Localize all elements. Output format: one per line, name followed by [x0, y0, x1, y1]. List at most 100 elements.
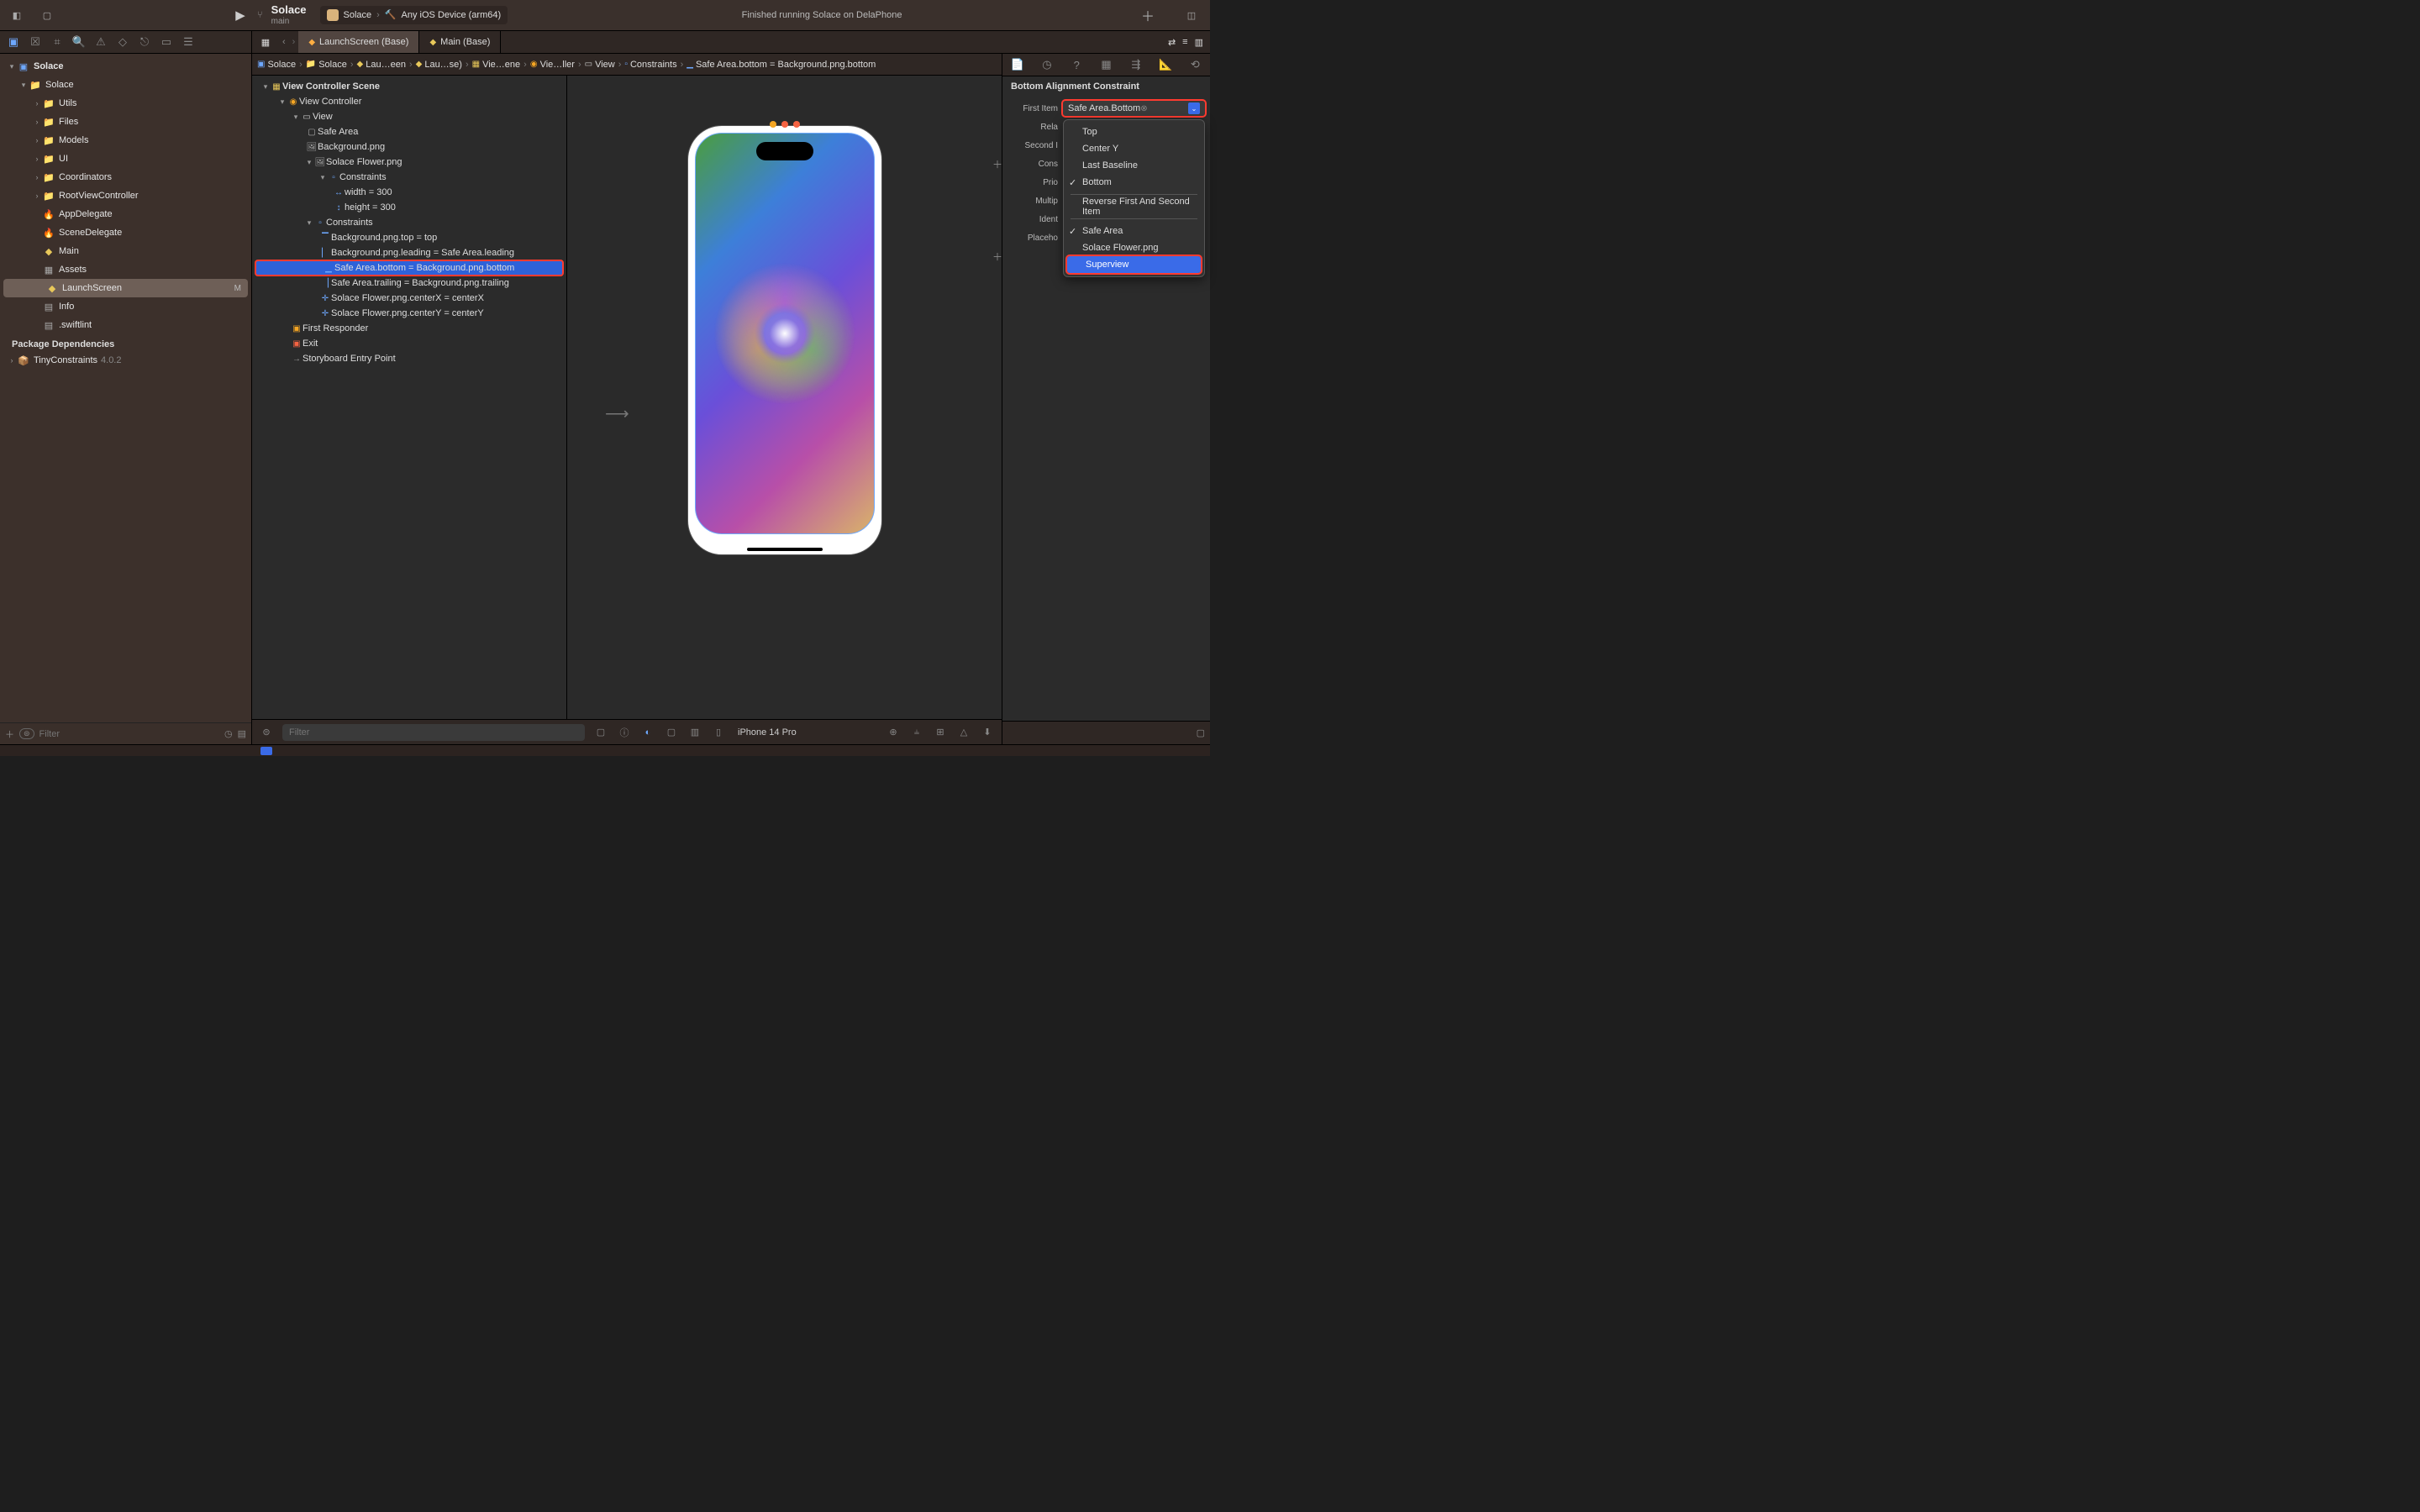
outline-scene[interactable]: ▾▦View Controller Scene — [252, 79, 566, 94]
nav-folder[interactable]: ›📁Models — [0, 131, 251, 150]
nav-dep[interactable]: ›📦 TinyConstraints 4.0.2 — [0, 351, 251, 370]
history-inspector-icon[interactable]: ◷ — [1038, 58, 1056, 71]
menu-item-lastbaseline[interactable]: Last Baseline — [1064, 157, 1204, 174]
outline-constraint[interactable]: ✛Solace Flower.png.centerY = centerY — [252, 306, 566, 321]
nav-root[interactable]: ▾▣Solace — [0, 57, 251, 76]
nav-folder[interactable]: ›📁RootViewController — [0, 186, 251, 205]
find-nav-icon[interactable]: 🔍 — [69, 32, 89, 52]
nav-folder[interactable]: ›📁Utils — [0, 94, 251, 113]
device-label[interactable]: iPhone 14 Pro — [738, 727, 797, 738]
help-inspector-icon[interactable]: ? — [1067, 59, 1086, 71]
embed-icon[interactable]: ⬇ — [980, 727, 995, 738]
add-constant-icon[interactable]: ＋ — [992, 157, 1002, 171]
breakpoint-nav-icon[interactable]: ▭ — [156, 32, 176, 52]
identity-inspector-icon[interactable]: ▦ — [1097, 58, 1115, 71]
run-button[interactable]: ▶ — [229, 5, 252, 25]
menu-item-top[interactable]: Top — [1064, 123, 1204, 140]
menu-item-centery[interactable]: Center Y — [1064, 140, 1204, 157]
outline-constraint[interactable]: ▏Background.png.leading = Safe Area.lead… — [252, 245, 566, 260]
grid-icon[interactable]: ▦ — [261, 37, 270, 48]
chevron-down-icon[interactable]: ⌄ — [1188, 102, 1200, 114]
outline-vc[interactable]: ▾◉View Controller — [252, 94, 566, 109]
device-icon[interactable]: ▯ — [711, 727, 726, 738]
outline-exit[interactable]: ▣Exit — [252, 336, 566, 351]
nav-file[interactable]: ◆LaunchScreenM — [3, 279, 248, 297]
menu-item-safearea[interactable]: Safe Area — [1064, 223, 1204, 239]
outline-constraint[interactable]: ▁Safe Area.bottom = Background.png.botto… — [255, 260, 563, 276]
outline-constraint[interactable]: ✛Solace Flower.png.centerX = centerX — [252, 291, 566, 306]
file-inspector-icon[interactable]: 📄 — [1008, 58, 1027, 71]
add-icon[interactable]: ＋ — [5, 727, 14, 741]
filter-input[interactable] — [39, 729, 219, 739]
scope-icon[interactable]: ⊜ — [19, 728, 34, 739]
review-icon[interactable]: ⇄ — [1168, 37, 1176, 48]
view-as-icon[interactable]: ▢ — [593, 727, 608, 738]
split-icon[interactable]: ▥ — [1195, 37, 1203, 48]
add-button[interactable]: ＋ — [1136, 5, 1160, 25]
zoom-icon[interactable]: ⊕ — [886, 727, 901, 738]
test-nav-icon[interactable]: ◇ — [113, 32, 133, 52]
tab-launchscreen[interactable]: ◆ LaunchScreen (Base) — [298, 31, 419, 53]
scheme-selector[interactable]: Solace › 🔨 Any iOS Device (arm64) — [320, 6, 508, 24]
outline-bg[interactable]: 🖼Background.png — [252, 139, 566, 155]
outline-safearea[interactable]: ▢Safe Area — [252, 124, 566, 139]
recent-icon[interactable]: ◷ — [224, 728, 233, 739]
accessibility-icon[interactable]: ⓘ — [617, 726, 632, 739]
outline-constraint[interactable]: ↕height = 300 — [252, 200, 566, 215]
outline-view-constraints[interactable]: ▾▫Constraints — [252, 215, 566, 230]
first-item-dropdown[interactable]: Safe Area.Bottom ⊗ ⌄ Top Center Y Last B… — [1063, 101, 1205, 116]
outline-entry[interactable]: →Storyboard Entry Point — [252, 351, 566, 366]
nav-folder[interactable]: ›📁Coordinators — [0, 168, 251, 186]
nav-file[interactable]: 🔥SceneDelegate — [0, 223, 251, 242]
interface-builder-canvas[interactable]: ⟶ — [567, 76, 1002, 719]
filter-icon[interactable]: ⊜ — [259, 727, 274, 738]
orientation-icon[interactable]: ▢ — [664, 727, 679, 738]
menu-item-superview[interactable]: Superview — [1067, 256, 1201, 273]
issue-nav-icon[interactable]: ⚠ — [91, 32, 111, 52]
size-inspector-icon[interactable]: 📐 — [1156, 58, 1175, 71]
panel-toggle-icon[interactable]: ▢ — [1197, 727, 1205, 738]
align-icon[interactable]: ⫨ — [909, 727, 924, 738]
resolve-icon[interactable]: △ — [956, 727, 971, 738]
outline-constraint[interactable]: ▔Background.png.top = top — [252, 230, 566, 245]
connections-inspector-icon[interactable]: ⟲ — [1186, 58, 1204, 71]
nav-file[interactable]: ▦Assets — [0, 260, 251, 279]
adjust-icon[interactable]: ≡ — [1182, 37, 1187, 48]
debug-indicator[interactable] — [260, 747, 272, 755]
sidebar-toggle-icon[interactable]: ◧ — [5, 5, 29, 25]
add-icon[interactable]: ＋ — [992, 249, 1002, 264]
menu-item-bottom[interactable]: Bottom — [1064, 174, 1204, 191]
tab-main[interactable]: ◆ Main (Base) — [419, 31, 501, 53]
nav-file[interactable]: ◆Main — [0, 242, 251, 260]
appearance-icon[interactable]: ◐ — [640, 727, 655, 738]
source-control-nav-icon[interactable]: ☒ — [25, 32, 45, 52]
debug-nav-icon[interactable]: ⎋ — [134, 32, 155, 52]
project-nav-icon[interactable]: ▣ — [3, 32, 24, 52]
outline-filter-input[interactable] — [282, 724, 585, 741]
menu-item-reverse[interactable]: Reverse First And Second Item — [1064, 198, 1204, 215]
nav-file[interactable]: 🔥AppDelegate — [0, 205, 251, 223]
outline-flower[interactable]: ▾🖼Solace Flower.png — [252, 155, 566, 170]
layout-icon[interactable]: ▥ — [687, 727, 702, 738]
symbol-nav-icon[interactable]: ⌗ — [47, 32, 67, 52]
outline-constraint[interactable]: ▕Safe Area.trailing = Background.png.tra… — [252, 276, 566, 291]
nav-group[interactable]: ▾📁Solace — [0, 76, 251, 94]
back-icon[interactable]: ‹ — [279, 37, 289, 47]
menu-item-flower[interactable]: Solace Flower.png — [1064, 239, 1204, 256]
nav-file[interactable]: ▤Info — [0, 297, 251, 316]
nav-back-icon[interactable]: ▢ — [35, 5, 59, 25]
forward-icon[interactable]: › — [289, 37, 299, 47]
nav-folder[interactable]: ›📁Files — [0, 113, 251, 131]
nav-folder[interactable]: ›📁UI — [0, 150, 251, 168]
clear-icon[interactable]: ⊗ — [1140, 104, 1147, 113]
attributes-inspector-icon[interactable]: ⇶ — [1127, 58, 1145, 71]
jump-bar[interactable]: ▣Solace› 📁Solace› ◆Lau…een› ◆Lau…se)› ▦V… — [252, 54, 1002, 76]
nav-file[interactable]: ▤.swiftlint — [0, 316, 251, 334]
pin-icon[interactable]: ⊞ — [933, 727, 948, 738]
library-icon[interactable]: ◫ — [1180, 5, 1203, 25]
scm-icon[interactable]: ▤ — [238, 728, 246, 739]
outline-first-responder[interactable]: ▣First Responder — [252, 321, 566, 336]
outline-constraint[interactable]: ↔width = 300 — [252, 185, 566, 200]
report-nav-icon[interactable]: ☰ — [178, 32, 198, 52]
outline-flower-constraints[interactable]: ▾▫Constraints — [252, 170, 566, 185]
